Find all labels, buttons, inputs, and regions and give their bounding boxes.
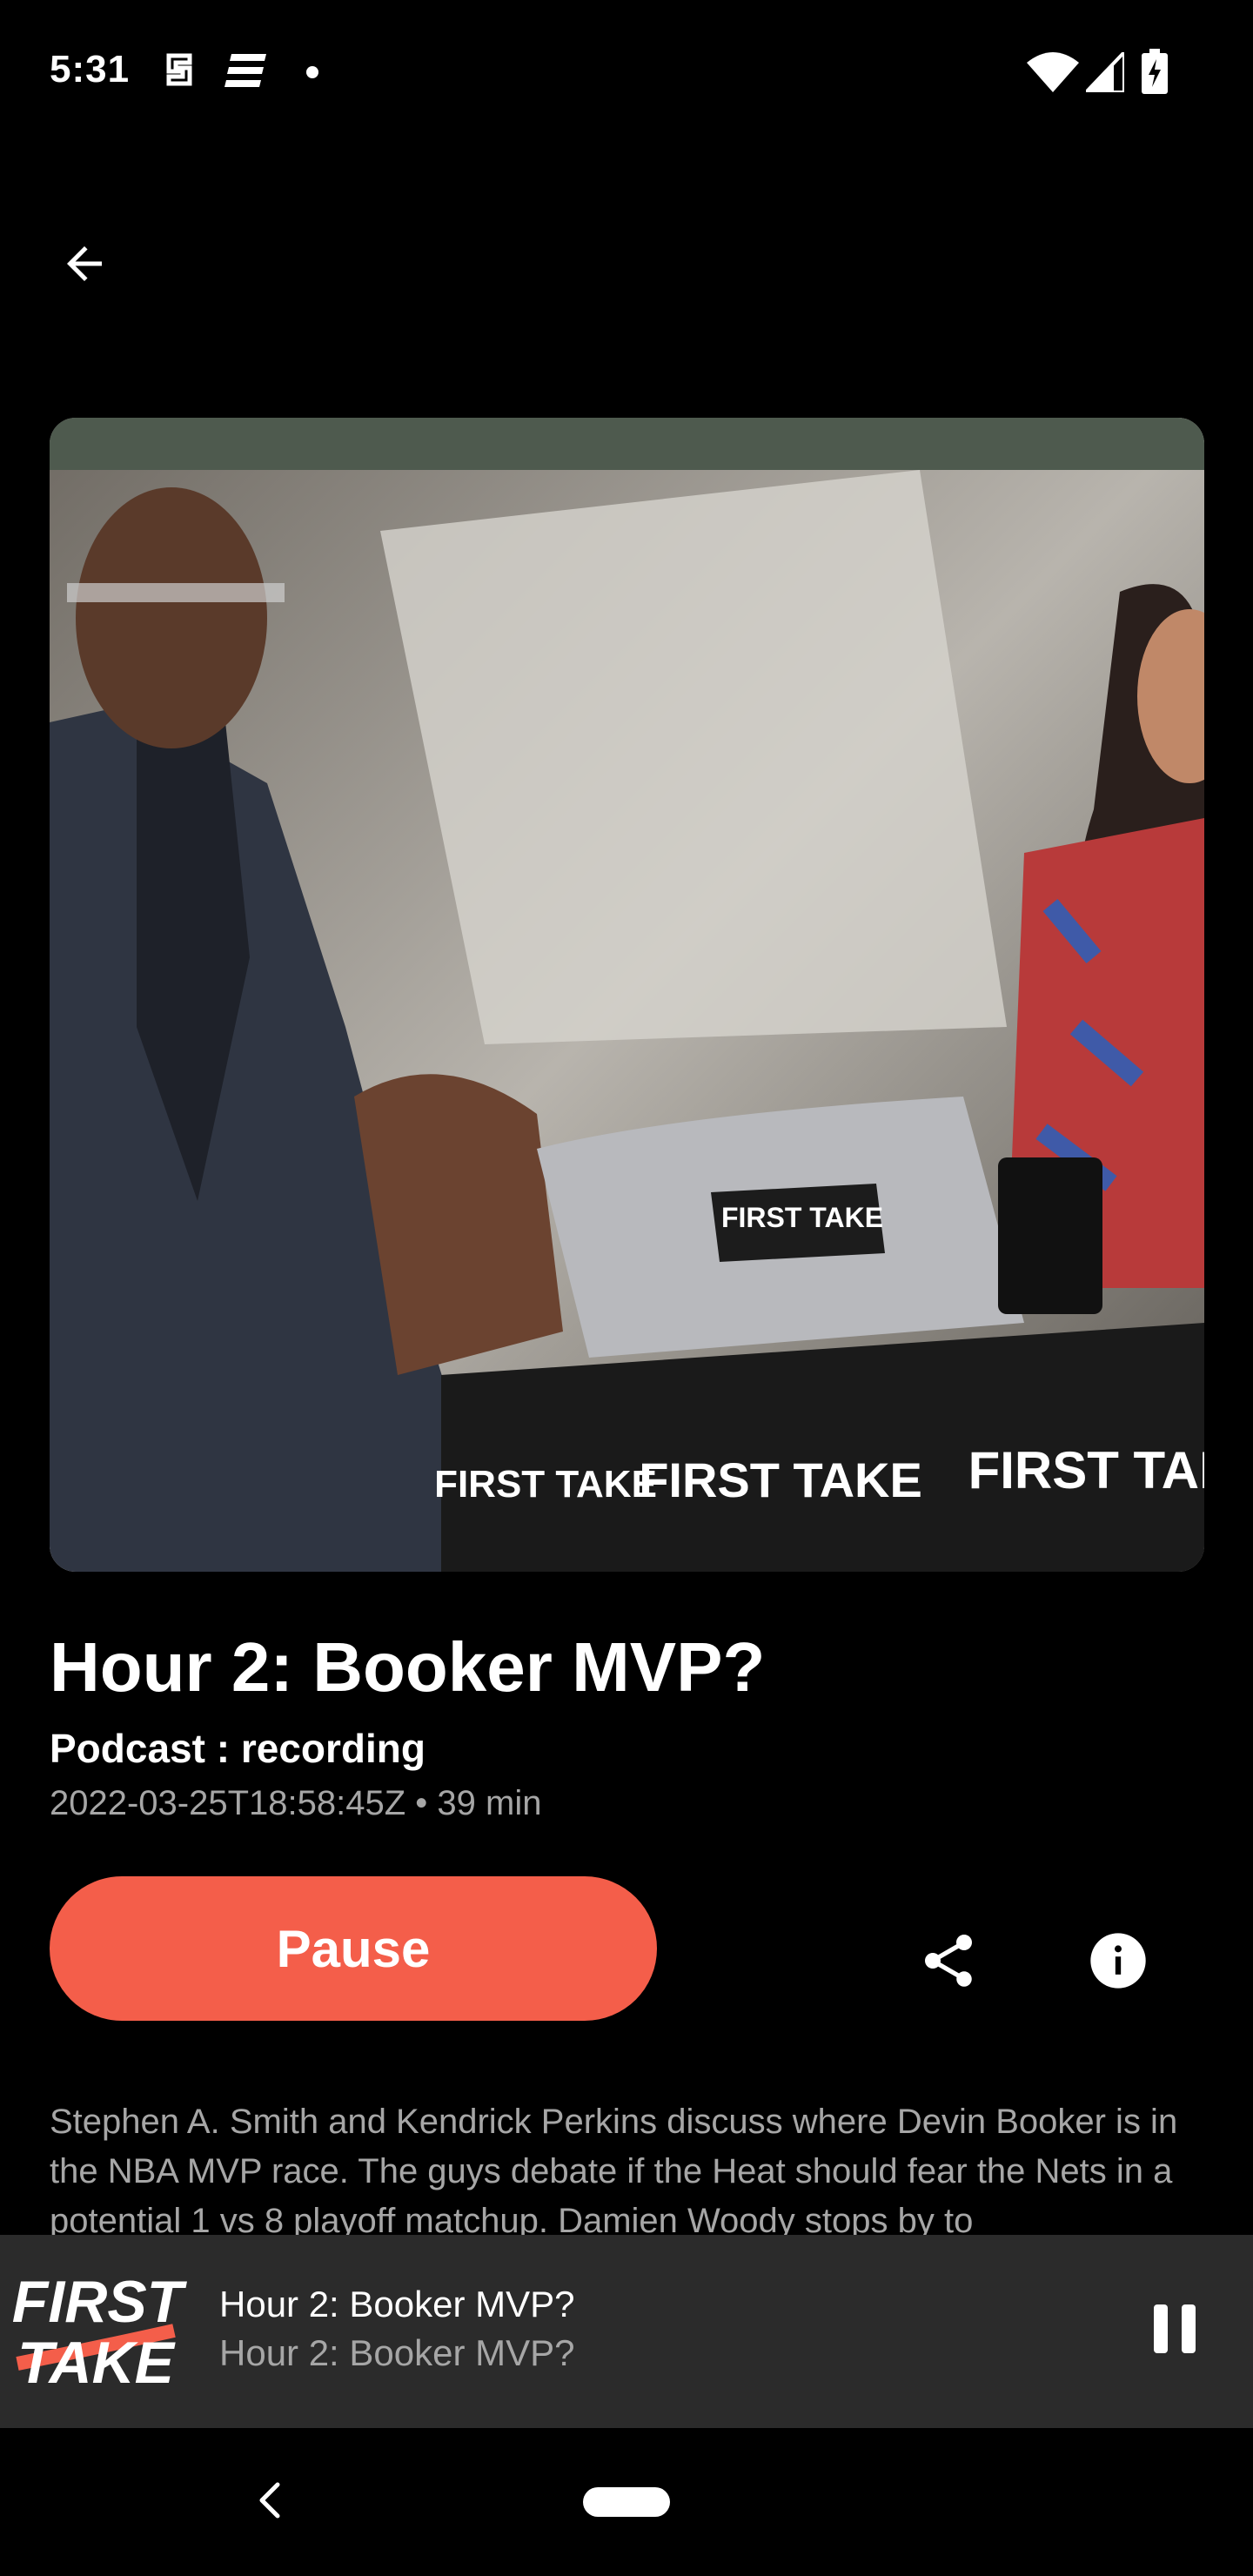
mini-player[interactable]: FIRST TAKE Hour 2: Booker MVP? Hour 2: B… xyxy=(0,2235,1253,2428)
home-pill-icon[interactable] xyxy=(583,2487,670,2517)
mini-player-subtitle: Hour 2: Booker MVP? xyxy=(219,2332,575,2373)
desk-logo-2: FIRST TAKE xyxy=(639,1452,922,1507)
info-button[interactable] xyxy=(1079,1923,1157,2002)
mini-logo-line2: TAKE xyxy=(17,2330,177,2396)
system-nav-bar xyxy=(0,2428,1253,2576)
nav-back-button[interactable] xyxy=(244,2467,296,2537)
laptop-logo: FIRST TAKE xyxy=(721,1202,883,1233)
desk-logo-3: FIRST TAKE xyxy=(968,1441,1204,1499)
back-button[interactable] xyxy=(45,226,124,305)
status-bar: 5:31 xyxy=(0,0,1253,148)
podcast-name: Podcast : recording xyxy=(50,1726,425,1771)
share-icon xyxy=(917,1929,980,1996)
signal-icon xyxy=(1082,48,1126,97)
info-icon xyxy=(1085,1928,1151,1998)
mini-player-artwork: FIRST TAKE xyxy=(0,2235,193,2428)
desk-logo-1: FIRST TAKE xyxy=(434,1463,657,1506)
episode-artwork: FIRST TAKE FIRST TAKE FIRST TAKE FIRST T… xyxy=(50,418,1204,1572)
episode-description: Stephen A. Smith and Kendrick Perkins di… xyxy=(50,2103,1178,2235)
arrow-back-icon xyxy=(58,238,111,294)
notification-s-icon xyxy=(162,50,197,93)
pause-icon xyxy=(1150,2303,1199,2359)
share-button[interactable] xyxy=(909,1923,988,2002)
espn-icon xyxy=(224,52,268,95)
wifi-icon xyxy=(1027,52,1079,97)
mini-logo-line1: FIRST xyxy=(12,2269,188,2335)
nav-back-icon xyxy=(257,2481,283,2524)
episode-meta: 2022-03-25T18:58:45Z • 39 min xyxy=(50,1784,542,1822)
app-bar xyxy=(0,200,1253,313)
mini-player-title: Hour 2: Booker MVP? xyxy=(219,2284,575,2324)
battery-charging-icon xyxy=(1142,49,1168,98)
episode-title: Hour 2: Booker MVP? xyxy=(50,1628,766,1706)
status-time: 5:31 xyxy=(50,48,131,91)
dot-icon xyxy=(306,66,318,83)
pause-button[interactable]: Pause xyxy=(50,1876,657,2021)
mini-pause-button[interactable] xyxy=(1131,2287,1218,2374)
